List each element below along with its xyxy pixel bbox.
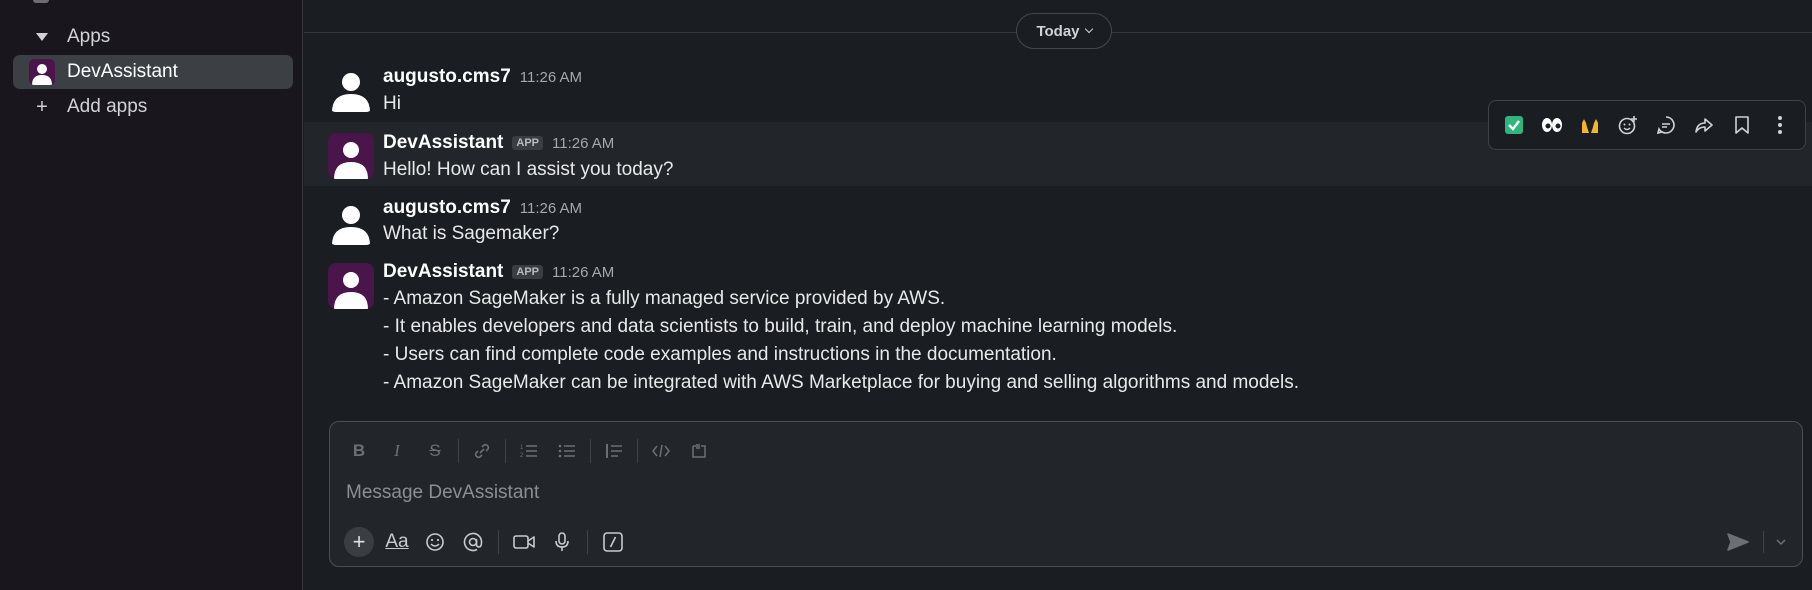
message-author[interactable]: DevAssistant: [383, 261, 503, 283]
message-line: - Amazon SageMaker is a fully managed se…: [383, 288, 946, 309]
bulleted-list-icon[interactable]: [548, 436, 586, 466]
svg-text:1: 1: [520, 445, 524, 451]
bot-avatar[interactable]: [328, 263, 374, 309]
message-text: - Amazon SageMaker is a fully managed se…: [383, 285, 1299, 397]
plus-icon: +: [344, 527, 374, 557]
plus-icon: +: [36, 96, 48, 118]
shortcuts-slash-icon[interactable]: [594, 526, 632, 558]
toolbar-divider: [458, 439, 459, 463]
message-composer: B I S 12 Message DevAssistant + Aa: [329, 421, 1803, 567]
formatting-toolbar: B I S 12: [340, 436, 718, 466]
message-input[interactable]: [344, 475, 1748, 511]
app-badge: APP: [512, 265, 544, 279]
chevron-down-icon: [1084, 24, 1093, 34]
message-timestamp[interactable]: 11:26 AM: [520, 69, 582, 86]
message-author[interactable]: augusto.cms7: [383, 197, 511, 219]
sidebar: Apps DevAssistant + Add apps: [0, 0, 303, 590]
sidebar-top-edge: [33, 0, 49, 3]
user-avatar[interactable]: [328, 199, 374, 245]
add-apps-button[interactable]: + Add apps: [13, 90, 293, 124]
message-actions-toolbar: [1488, 100, 1806, 150]
bold-icon[interactable]: B: [340, 436, 378, 466]
forward-icon[interactable]: [1687, 108, 1721, 142]
date-divider-label: Today: [1036, 22, 1080, 40]
message-line: - Users can find complete code examples …: [383, 344, 1057, 365]
sidebar-item-devassistant[interactable]: DevAssistant: [13, 55, 293, 89]
message-author[interactable]: DevAssistant: [383, 132, 503, 154]
message-item: DevAssistant APP 11:26 AM - Amazon SageM…: [304, 258, 1812, 398]
more-actions-icon[interactable]: [1763, 108, 1797, 142]
date-divider-button[interactable]: Today: [1016, 13, 1112, 49]
apps-section-label: Apps: [67, 26, 111, 47]
message-pane: Today augusto.cms7 11:26 AM Hi DevAssist…: [304, 0, 1812, 590]
code-icon[interactable]: [642, 436, 680, 466]
message-timestamp[interactable]: 11:26 AM: [552, 135, 614, 152]
message-item: augusto.cms7 11:26 AM What is Sagemaker?: [304, 195, 1812, 255]
add-reaction-icon[interactable]: [1611, 108, 1645, 142]
toolbar-divider: [498, 530, 499, 554]
blockquote-icon[interactable]: [595, 436, 633, 466]
toolbar-divider: [587, 530, 588, 554]
microphone-icon[interactable]: [543, 526, 581, 558]
video-clip-icon[interactable]: [505, 526, 543, 558]
strikethrough-icon[interactable]: S: [416, 436, 454, 466]
add-apps-label: Add apps: [67, 96, 148, 117]
toolbar-divider: [637, 439, 638, 463]
mention-icon[interactable]: [454, 526, 492, 558]
raised-hands-reaction-icon[interactable]: [1573, 108, 1607, 142]
svg-text:2: 2: [520, 453, 524, 459]
eyes-reaction-icon[interactable]: [1535, 108, 1569, 142]
message-text: What is Sagemaker?: [383, 223, 560, 244]
schedule-chevron-down-icon[interactable]: [1770, 526, 1792, 558]
message-author[interactable]: augusto.cms7: [383, 66, 511, 88]
bot-avatar[interactable]: [328, 133, 374, 179]
reply-thread-icon[interactable]: [1649, 108, 1683, 142]
ordered-list-icon[interactable]: 12: [510, 436, 548, 466]
sidebar-item-label: DevAssistant: [67, 61, 178, 82]
message-timestamp[interactable]: 11:26 AM: [520, 200, 582, 217]
attach-button[interactable]: +: [340, 526, 378, 558]
emoji-icon[interactable]: [416, 526, 454, 558]
user-avatar[interactable]: [328, 66, 374, 112]
app-avatar-icon: [27, 59, 57, 85]
message-text: Hi: [383, 93, 401, 114]
text-format-toggle-icon[interactable]: Aa: [378, 526, 416, 558]
italic-icon[interactable]: I: [378, 436, 416, 466]
toolbar-divider: [505, 439, 506, 463]
send-divider: [1763, 531, 1764, 553]
app-badge: APP: [512, 136, 544, 150]
send-icon[interactable]: [1719, 526, 1757, 558]
message-timestamp[interactable]: 11:26 AM: [552, 264, 614, 281]
code-block-icon[interactable]: [680, 436, 718, 466]
link-icon[interactable]: [463, 436, 501, 466]
caret-down-icon: [27, 33, 57, 41]
message-text: Hello! How can I assist you today?: [383, 159, 674, 180]
send-controls: [1719, 526, 1792, 558]
message-line: - Amazon SageMaker can be integrated wit…: [383, 372, 1299, 393]
check-reaction-icon[interactable]: [1497, 108, 1531, 142]
composer-actions: + Aa: [340, 526, 632, 558]
apps-section-header[interactable]: Apps: [13, 20, 293, 54]
message-line: - It enables developers and data scienti…: [383, 316, 1178, 337]
bookmark-icon[interactable]: [1725, 108, 1759, 142]
toolbar-divider: [590, 439, 591, 463]
